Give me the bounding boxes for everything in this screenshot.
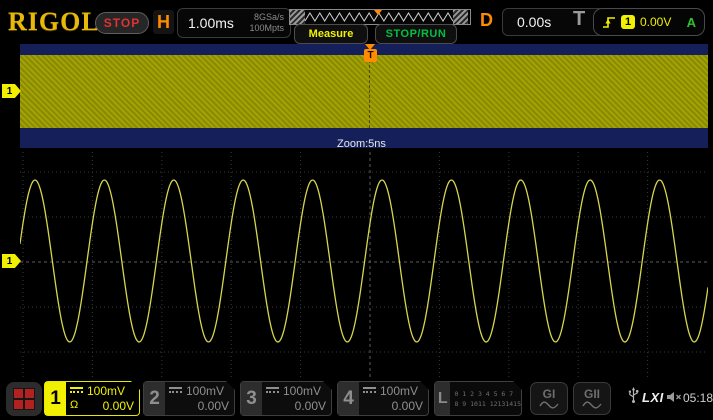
channel-3-number: 3 (241, 382, 262, 415)
logic-row-8-15: 8 9 1011 12131415 (454, 400, 521, 408)
stop-run-button[interactable]: STOP/RUN (375, 24, 457, 44)
trigger-position-marker[interactable] (374, 10, 382, 15)
generator-1-button[interactable]: GI (530, 382, 568, 415)
overview-trigger-marker[interactable]: T (364, 49, 377, 62)
generator-1-label: GI (543, 388, 556, 400)
channel1-marker-overview[interactable]: 1 (2, 84, 21, 98)
sample-rate: 8GSa/s (254, 12, 284, 22)
usb-icon (628, 387, 639, 404)
speaker-muted-icon (666, 391, 682, 403)
channel-3-box[interactable]: 3 100mV 0.00V (240, 381, 332, 416)
generator-2-button[interactable]: GII (573, 382, 611, 415)
logic-channels-box[interactable]: L 0 1 2 3 4 5 6 7 8 9 1011 12131415 (434, 381, 522, 416)
trigger-box[interactable]: 1 0.00V A (593, 8, 705, 36)
impedance-icon: Ω (70, 399, 78, 413)
channel-4-scale: 100mV (380, 384, 418, 398)
horizontal-label: H (153, 10, 174, 34)
logic-label: L (435, 382, 450, 415)
clock-time: 05:18 (683, 391, 713, 405)
channel-2-scale: 100mV (186, 384, 224, 398)
trigger-mode-badge: A (687, 15, 696, 30)
dc-coupling-icon (363, 387, 376, 396)
menu-grid-icon (13, 388, 35, 410)
dc-coupling-icon (266, 387, 279, 396)
rigol-logo: RIGOL (8, 7, 100, 37)
position-hatch-right (453, 10, 468, 24)
channel-1-box[interactable]: 1 100mV Ω 0.00V (44, 381, 140, 416)
channel-2-box[interactable]: 2 100mV 0.00V (143, 381, 235, 416)
channel-4-box[interactable]: 4 100mV 0.00V (337, 381, 429, 416)
channel1-marker[interactable]: 1 (2, 254, 21, 268)
channel-1-scale: 100mV (87, 384, 125, 398)
compressed-waveform-band (20, 55, 708, 128)
channel-4-offset: 0.00V (392, 399, 423, 413)
channel-3-offset: 0.00V (295, 399, 326, 413)
channel-2-offset: 0.00V (198, 399, 229, 413)
delay-label: D (480, 10, 493, 31)
timebase-value: 1.00ms (178, 15, 234, 31)
delay-value: 0.00s (517, 14, 551, 30)
channel-1-number: 1 (45, 382, 66, 415)
measure-button[interactable]: Measure (294, 24, 368, 44)
dc-coupling-icon (70, 387, 83, 396)
trigger-source-badge: 1 (621, 15, 635, 29)
run-state-badge: STOP (95, 12, 149, 34)
dc-coupling-icon (169, 387, 182, 396)
zoom-waveform-window (20, 152, 708, 378)
graticule-and-trace (20, 152, 708, 378)
channel-1-offset: 0.00V (103, 399, 134, 413)
trigger-label: T (573, 8, 585, 31)
timebase-box[interactable]: 1.00ms 8GSa/s 100Mpts (177, 8, 291, 38)
generator-2-label: GII (584, 388, 600, 400)
channel-3-scale: 100mV (283, 384, 321, 398)
sine-icon (582, 401, 602, 409)
overview-trigger-line (369, 55, 370, 128)
zoom-scale-label: Zoom:5ns (337, 138, 386, 150)
trigger-slope-icon (602, 15, 616, 30)
lxi-logo: LXI (642, 390, 664, 405)
position-hatch-left (290, 10, 305, 24)
menu-button[interactable] (6, 382, 42, 416)
delay-box[interactable]: 0.00s (502, 8, 604, 36)
sine-icon (539, 401, 559, 409)
logic-row-0-7: 0 1 2 3 4 5 6 7 (454, 390, 521, 398)
channel-2-number: 2 (144, 382, 165, 415)
trigger-level-value: 0.00V (640, 15, 671, 29)
memory-depth: 100Mpts (249, 23, 284, 33)
channel-4-number: 4 (338, 382, 359, 415)
oscilloscope-screen: RIGOL STOP H 1.00ms 8GSa/s 100Mpts Measu… (0, 0, 713, 420)
